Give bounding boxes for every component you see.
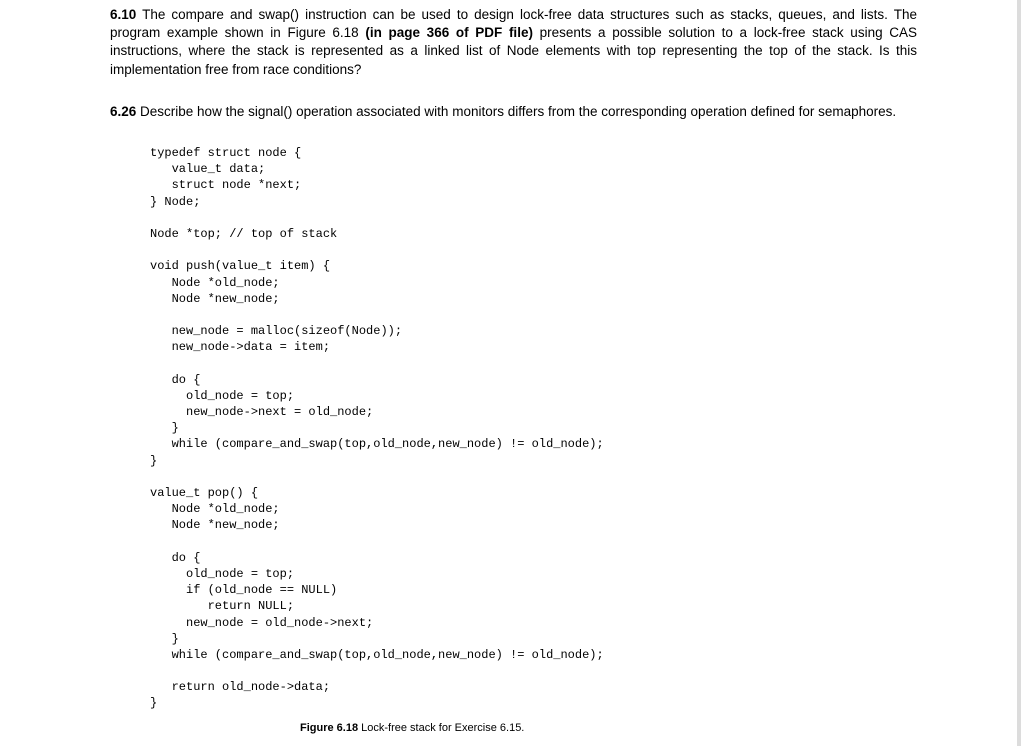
question-6-10: 6.10 The compare and swap() instruction … <box>110 6 917 79</box>
question-text: Describe how the signal() operation asso… <box>136 104 896 119</box>
figure-caption: Figure 6.18 Lock-free stack for Exercise… <box>300 722 917 734</box>
question-bold-insert: (in page 366 of PDF file) <box>365 25 533 40</box>
question-6-26: 6.26 Describe how the signal() operation… <box>110 103 917 121</box>
question-number: 6.10 <box>110 7 136 22</box>
figure-label: Figure 6.18 <box>300 722 358 734</box>
figure-caption-text: Lock-free stack for Exercise 6.15. <box>358 722 524 734</box>
document-page: 6.10 The compare and swap() instruction … <box>0 0 1021 746</box>
code-listing: typedef struct node { value_t data; stru… <box>150 145 917 712</box>
question-number: 6.26 <box>110 104 136 119</box>
